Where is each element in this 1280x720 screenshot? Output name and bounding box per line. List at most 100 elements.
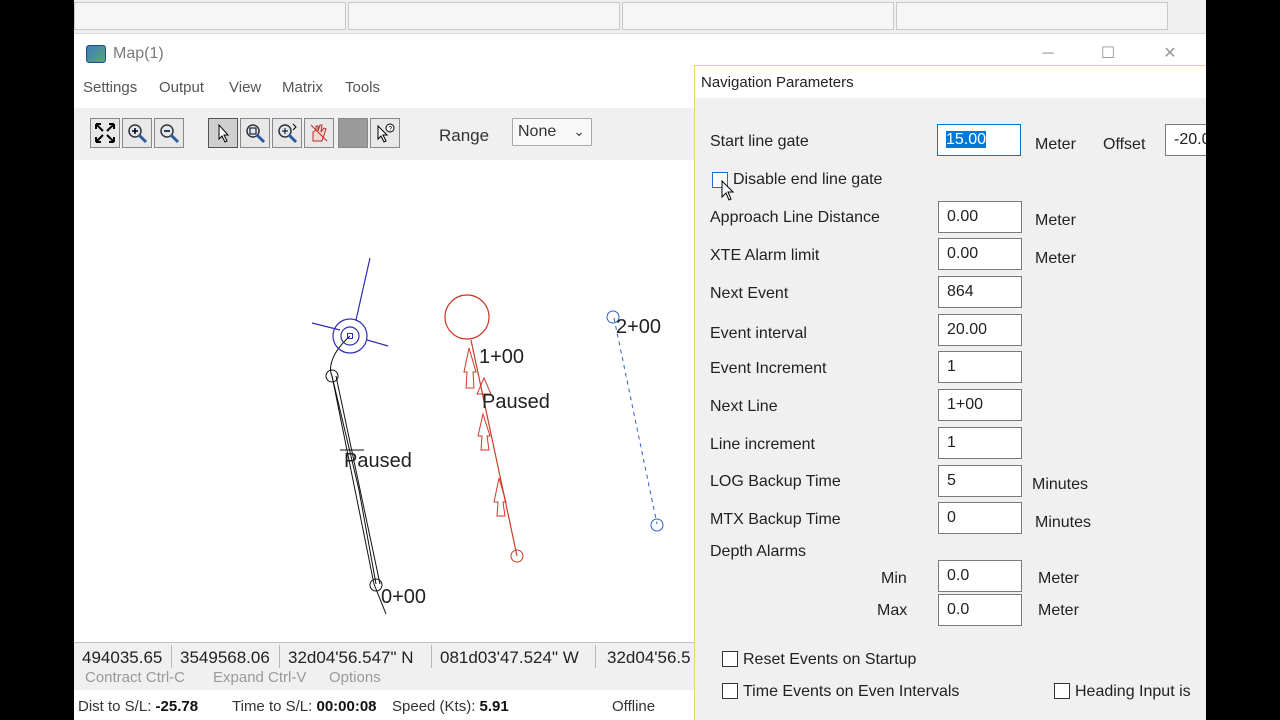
start-line-gate-label: Start line gate xyxy=(710,133,809,150)
pan-hand-icon[interactable] xyxy=(304,118,334,148)
speed-label: Speed (Kts): xyxy=(392,698,476,715)
mtx-backup-time-value: 0 xyxy=(947,509,956,526)
offset-value: -20.0 xyxy=(1174,131,1206,148)
mtx-backup-time-unit: Minutes xyxy=(1035,514,1092,531)
expand-menu-item[interactable]: Expand Ctrl-V xyxy=(213,669,306,686)
approach-line-distance-input[interactable]: 0.00 xyxy=(938,201,1022,233)
dialog-titlebar: Navigation Parameters xyxy=(695,66,1206,98)
log-backup-time-label: LOG Backup Time xyxy=(710,473,841,490)
zoom-in-icon[interactable] xyxy=(122,118,152,148)
heading-input-label: Heading Input is xyxy=(1075,683,1191,700)
depth-min-unit: Meter xyxy=(1038,570,1079,587)
line-increment-value: 1 xyxy=(947,434,956,451)
event-interval-label: Event interval xyxy=(710,325,807,342)
log-backup-time-value: 5 xyxy=(947,472,956,489)
reset-events-checkbox[interactable] xyxy=(722,651,738,667)
log-backup-time-input[interactable]: 5 xyxy=(938,465,1022,497)
map-canvas[interactable]: Paused 0+00 1+00 Paused 2+00 xyxy=(74,160,694,640)
next-event-label: Next Event xyxy=(710,285,789,302)
xte-alarm-limit-input[interactable]: 0.00 xyxy=(938,238,1022,270)
next-line-value: 1+00 xyxy=(947,396,984,413)
time-to-start-line: Time to S/L: 00:00:08 xyxy=(232,698,377,715)
close-icon[interactable]: ✕ xyxy=(1158,42,1182,66)
depth-min-input[interactable]: 0.0 xyxy=(938,560,1022,592)
line-increment-input[interactable]: 1 xyxy=(938,427,1022,459)
line1-paused-label: Paused xyxy=(482,391,550,413)
status-latitude: 32d04'56.547" N xyxy=(280,645,432,668)
offset-input[interactable]: -20.0 xyxy=(1165,124,1206,156)
offset-label: Offset xyxy=(1103,136,1146,153)
contract-menu-item[interactable]: Contract Ctrl-C xyxy=(85,669,185,686)
depth-max-input[interactable]: 0.0 xyxy=(938,594,1022,626)
minimize-icon[interactable]: ─ xyxy=(1036,42,1060,66)
dist-value: -25.78 xyxy=(155,698,199,715)
line0-paused-label: Paused xyxy=(344,450,412,472)
next-line-label: Next Line xyxy=(710,398,778,415)
status-easting: 494035.65 xyxy=(74,645,172,668)
select-arrow-icon[interactable] xyxy=(208,118,238,148)
start-line-gate-input[interactable]: 15.00 xyxy=(937,124,1021,156)
info-arrow-icon[interactable]: ? xyxy=(370,118,400,148)
event-increment-value: 1 xyxy=(947,358,956,375)
vessel-speed: Speed (Kts): 5.91 xyxy=(392,698,509,715)
dist-to-start-line: Dist to S/L: -25.78 xyxy=(78,698,198,715)
svg-text:?: ? xyxy=(388,126,392,133)
status-northing: 3549568.06 xyxy=(172,645,280,668)
xte-alarm-limit-value: 0.00 xyxy=(947,245,979,262)
time-value: 00:00:08 xyxy=(316,698,377,715)
xte-alarm-limit-unit: Meter xyxy=(1035,250,1076,267)
depth-alarms-label: Depth Alarms xyxy=(710,543,807,560)
heading-input-checkbox[interactable] xyxy=(1054,683,1070,699)
approach-line-distance-value: 0.00 xyxy=(947,208,979,225)
menu-output[interactable]: Output xyxy=(159,79,204,96)
navigation-parameters-dialog: Navigation Parameters Start line gate 15… xyxy=(694,65,1206,720)
next-line-input[interactable]: 1+00 xyxy=(938,389,1022,421)
menu-view[interactable]: View xyxy=(229,79,261,96)
time-events-label: Time Events on Even Intervals xyxy=(743,683,960,700)
zoom-extents-icon[interactable] xyxy=(90,118,120,148)
event-interval-input[interactable]: 20.00 xyxy=(938,314,1022,346)
zoom-out-icon[interactable] xyxy=(154,118,184,148)
track-line-0 xyxy=(325,335,387,615)
event-increment-label: Event Increment xyxy=(710,360,827,377)
mtx-backup-time-input[interactable]: 0 xyxy=(938,502,1022,534)
mouse-cursor-icon xyxy=(721,180,735,201)
maximize-icon[interactable]: ☐ xyxy=(1096,42,1120,66)
time-events-checkbox[interactable] xyxy=(722,683,738,699)
mtx-backup-time-label: MTX Backup Time xyxy=(710,511,841,528)
background-cell xyxy=(348,2,620,30)
map-window-title: Map(1) xyxy=(113,45,164,62)
xte-alarm-limit-label: XTE Alarm limit xyxy=(710,247,820,264)
approach-line-distance-unit: Meter xyxy=(1035,212,1076,229)
depth-max-unit: Meter xyxy=(1038,602,1079,619)
coordinate-statusbar: 494035.65 3549568.06 32d04'56.547" N 081… xyxy=(74,642,694,668)
range-select[interactable]: None ⌄ xyxy=(512,118,592,146)
line0-station-label: 0+00 xyxy=(381,586,427,608)
next-event-input[interactable]: 864 xyxy=(938,276,1022,308)
blank-tool-icon[interactable] xyxy=(338,118,368,148)
status-longitude: 081d03'47.524" W xyxy=(432,645,596,668)
menu-matrix[interactable]: Matrix xyxy=(282,79,323,96)
time-label: Time to S/L: xyxy=(232,698,313,715)
menu-settings[interactable]: Settings xyxy=(83,79,137,96)
line1-station-label: 1+00 xyxy=(479,346,525,368)
event-increment-input[interactable]: 1 xyxy=(938,351,1022,383)
connection-state: Offline xyxy=(612,698,656,715)
zoom-dynamic-icon[interactable] xyxy=(272,118,302,148)
zoom-window-icon[interactable] xyxy=(240,118,270,148)
depth-min-value: 0.0 xyxy=(947,567,970,584)
track-line-1 xyxy=(444,294,524,563)
chevron-down-icon: ⌄ xyxy=(573,123,585,139)
background-cell xyxy=(74,2,346,30)
background-window-strip xyxy=(74,0,1206,34)
start-line-gate-value: 15.00 xyxy=(946,131,987,148)
navigation-info-bar: Dist to S/L: -25.78 Time to S/L: 00:00:0… xyxy=(74,694,694,720)
event-interval-value: 20.00 xyxy=(947,321,988,338)
approach-line-distance-label: Approach Line Distance xyxy=(710,209,880,226)
range-value: None xyxy=(518,123,557,140)
line-increment-label: Line increment xyxy=(710,436,815,453)
screen: Map(1) ─ ☐ ✕ Settings Output View Matrix… xyxy=(74,0,1206,720)
menu-tools[interactable]: Tools xyxy=(345,79,380,96)
options-menu-item[interactable]: Options xyxy=(329,669,381,686)
map-bottom-menu: Contract Ctrl-C Expand Ctrl-V Options xyxy=(74,668,694,690)
